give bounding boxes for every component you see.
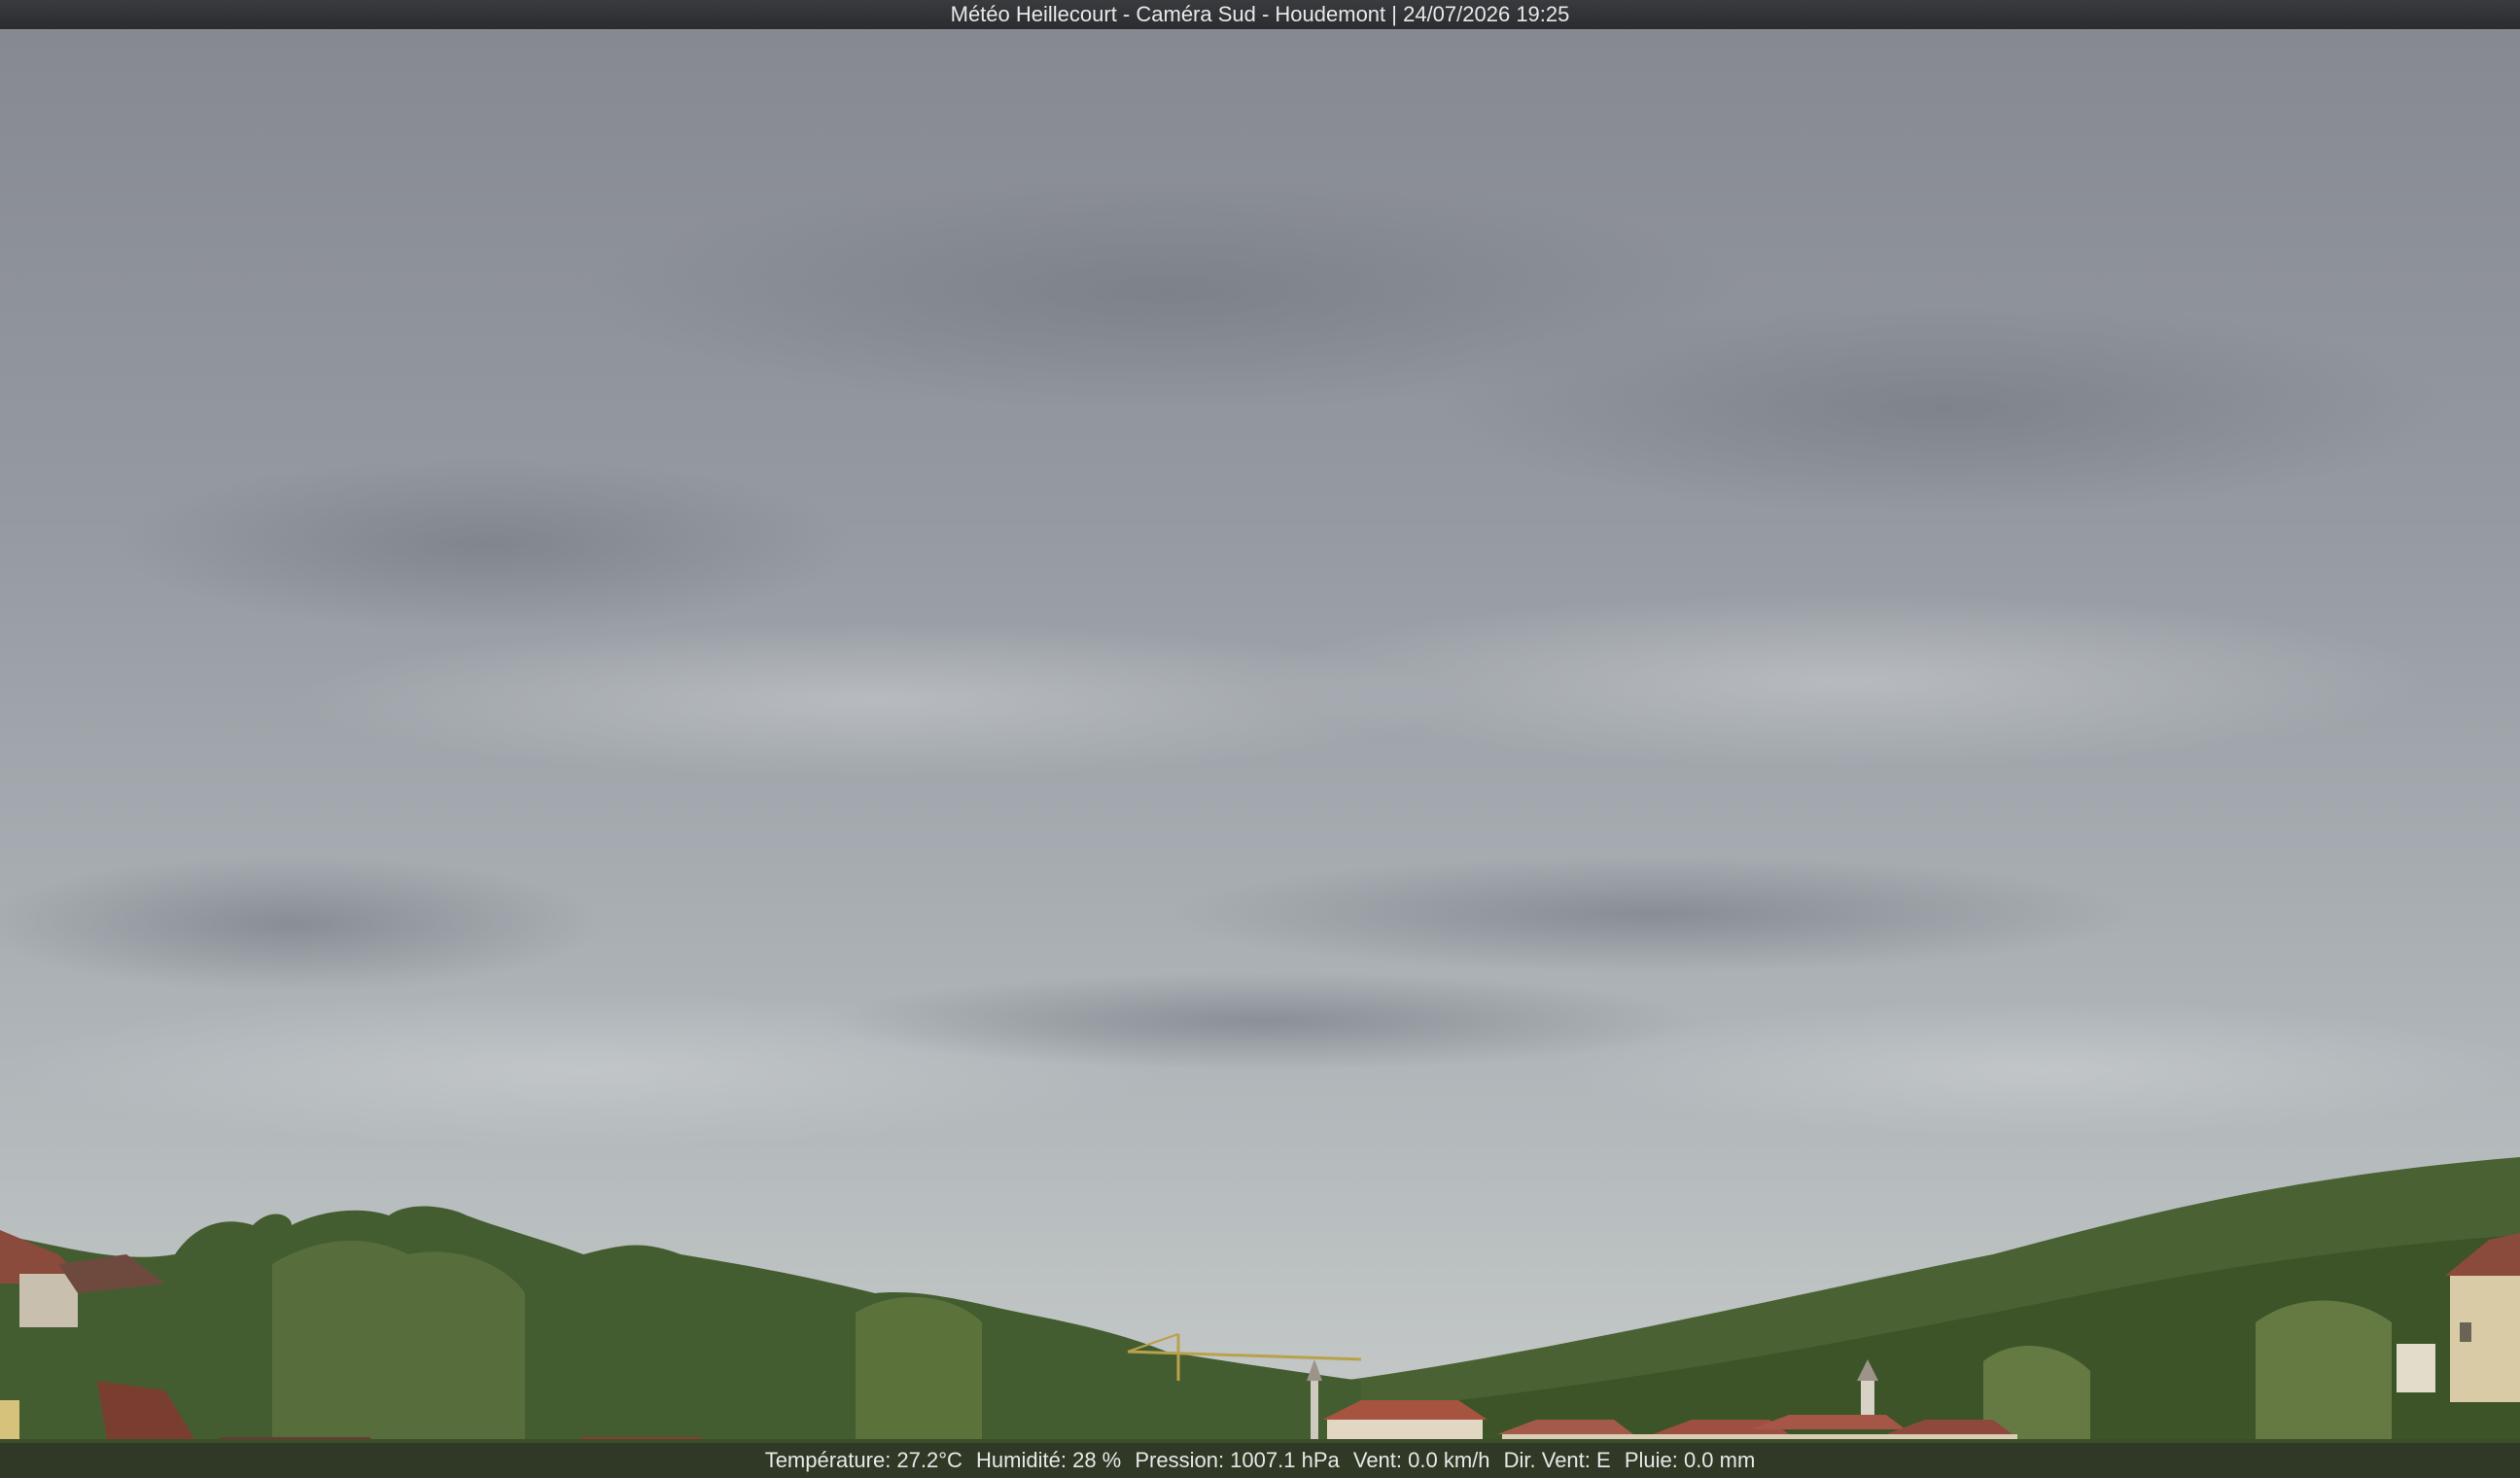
pressure-readout: Pression: 1007.1 hPa (1135, 1448, 1340, 1472)
camera-title-bar: Météo Heillecourt - Caméra Sud - Houdemo… (0, 0, 2520, 29)
cloud-band (0, 856, 603, 992)
window (2460, 1322, 2471, 1342)
wind-direction-readout: Dir. Vent: E (1503, 1448, 1611, 1472)
tree-highlight (272, 1241, 525, 1439)
cloud-band (1439, 301, 2450, 515)
temperature-readout: Température: 27.2°C (764, 1448, 962, 1472)
cloud-band (1167, 856, 2139, 972)
house-wall (19, 1274, 78, 1327)
rain-readout: Pluie: 0.0 mm (1624, 1448, 1756, 1472)
camera-title: Météo Heillecourt - Caméra Sud - Houdemo… (950, 2, 1570, 26)
cloud-band (117, 457, 856, 632)
cloud-band (826, 972, 1701, 1070)
humidity-readout: Humidité: 28 % (976, 1448, 1122, 1472)
webcam-image (0, 0, 2520, 1478)
cloud-band (1264, 593, 2431, 768)
steeple (1861, 1381, 1874, 1420)
tree-highlight (856, 1296, 982, 1439)
steeple (1311, 1381, 1318, 1439)
tree-highlight (2256, 1300, 2392, 1439)
weather-info-bar: Température: 27.2°C Humidité: 28 % Press… (0, 1443, 2520, 1478)
wind-readout: Vent: 0.0 km/h (1352, 1448, 1490, 1472)
webcam-frame: Météo Heillecourt - Caméra Sud - Houdemo… (0, 0, 2520, 1478)
house-wall (2397, 1344, 2435, 1392)
